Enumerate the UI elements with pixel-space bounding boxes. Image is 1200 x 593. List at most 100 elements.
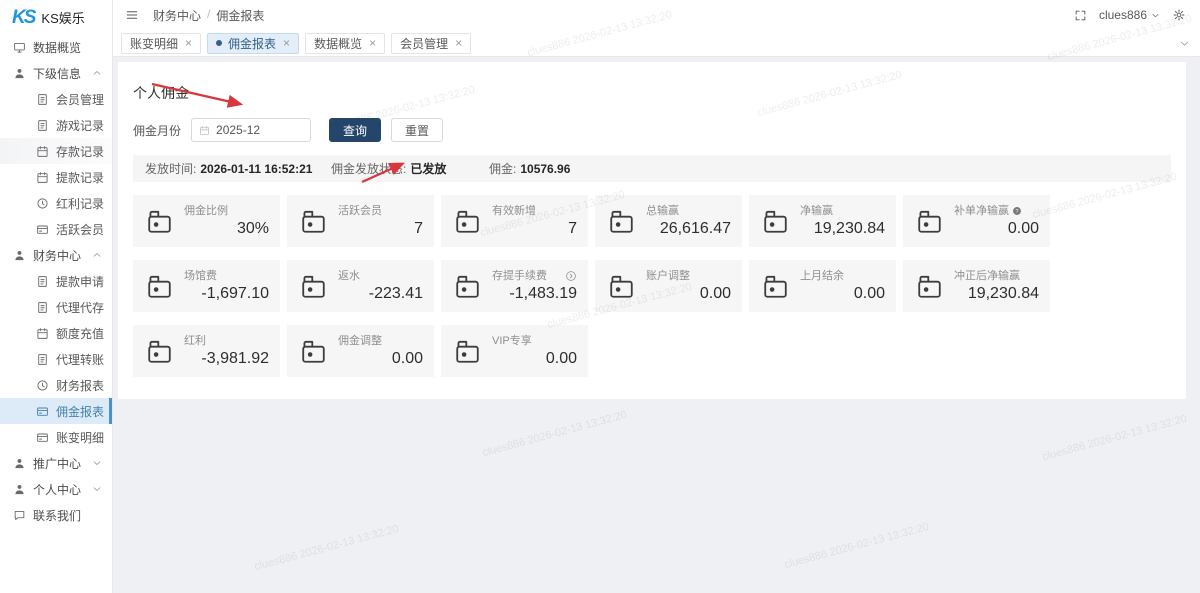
sidebar-item-bonus-records[interactable]: 红利记录 [0, 190, 112, 216]
brand-name: KS娱乐 [41, 8, 84, 27]
stat-label: 活跃会员 [338, 205, 382, 217]
sidebar: KS KS娱乐 数据概览 下级信息 会员管理 游戏记录 存款记录 提款记录 红利… [0, 0, 113, 593]
reset-button[interactable]: 重置 [391, 118, 443, 142]
stat-label: 总输赢 [646, 205, 679, 217]
sidebar-item-commission-report[interactable]: 佣金报表 [0, 398, 112, 424]
stat-card-active-members: 活跃会员 7 [287, 195, 434, 247]
brand-logo-icon: KS [12, 8, 34, 27]
tab-member-management[interactable]: 会员管理 × [391, 33, 471, 54]
commission-panel: 个人佣金 佣金月份 2025-12 查询 重置 发放时间:2026-01-11 … [118, 62, 1186, 399]
calendar-icon [36, 171, 49, 184]
wallet-icon [453, 207, 482, 236]
sidebar-item-deposit-records[interactable]: 存款记录 [0, 138, 112, 164]
main-area: 财务中心 / 佣金报表 clues886 [113, 0, 1200, 593]
close-icon[interactable]: × [283, 37, 290, 49]
sidebar-item-account-change-details[interactable]: 账变明细 [0, 424, 112, 450]
breadcrumb-separator: / [207, 7, 210, 24]
chevron-down-icon [1151, 11, 1160, 20]
menu-collapse-icon[interactable] [125, 8, 139, 22]
fullscreen-icon[interactable] [1074, 9, 1087, 22]
user-icon [13, 67, 26, 80]
sidebar-item-financial-report[interactable]: 财务报表 [0, 372, 112, 398]
chevron-up-icon [92, 250, 102, 260]
chevron-up-icon [92, 68, 102, 78]
sidebar-item-promotion-center[interactable]: 推广中心 [0, 450, 112, 476]
sidebar-nav: 数据概览 下级信息 会员管理 游戏记录 存款记录 提款记录 红利记录 活跃会员 … [0, 34, 112, 528]
stat-card-deposit-withdraw-fee: 存提手续费 -1,483.19 [441, 260, 588, 312]
stat-card-corrected-net-winloss: 冲正后净输赢 19,230.84 [903, 260, 1050, 312]
stat-card-account-adjustment: 账户调整 0.00 [595, 260, 742, 312]
stat-value: 19,230.84 [954, 285, 1039, 303]
info-icon[interactable]: ? [1012, 206, 1022, 216]
circle-arrow-right-icon[interactable] [565, 270, 577, 282]
wallet-icon [915, 207, 944, 236]
sidebar-item-finance-center[interactable]: 财务中心 [0, 242, 112, 268]
sidebar-item-data-overview[interactable]: 数据概览 [0, 34, 112, 60]
app-window: KS KS娱乐 数据概览 下级信息 会员管理 游戏记录 存款记录 提款记录 红利… [0, 0, 1200, 593]
sidebar-item-withdrawal-request[interactable]: 提款申请 [0, 268, 112, 294]
chevron-down-icon [92, 458, 102, 468]
close-icon[interactable]: × [369, 37, 376, 49]
stat-label: 存提手续费 [492, 270, 547, 282]
tab-account-change-details[interactable]: 账变明细 × [121, 33, 201, 54]
user-menu[interactable]: clues886 [1099, 8, 1160, 22]
close-icon[interactable]: × [185, 37, 192, 49]
stat-label: 补单净输赢 [954, 205, 1009, 217]
stat-value: 19,230.84 [800, 220, 885, 238]
issue-time: 发放时间:2026-01-11 16:52:21 [145, 160, 331, 177]
tabs-menu-chevron-icon[interactable] [1179, 38, 1190, 49]
stat-value: 0.00 [338, 350, 423, 368]
breadcrumb-section[interactable]: 财务中心 [153, 7, 201, 24]
query-form: 佣金月份 2025-12 查询 重置 [133, 118, 1171, 142]
stat-value: -3,981.92 [184, 350, 269, 368]
calendar-icon [36, 327, 49, 340]
doc-icon [36, 353, 49, 366]
sidebar-item-active-members[interactable]: 活跃会员 [0, 216, 112, 242]
doc-icon [36, 93, 49, 106]
stat-card-vip-exclusive: VIP专享 0.00 [441, 325, 588, 377]
month-picker[interactable]: 2025-12 [191, 118, 311, 142]
wallet-icon [915, 272, 944, 301]
stat-card-net-winloss: 净输赢 19,230.84 [749, 195, 896, 247]
active-tab-dot [216, 40, 222, 46]
wallet-icon [299, 337, 328, 366]
stat-value: 0.00 [646, 285, 731, 303]
close-icon[interactable]: × [455, 37, 462, 49]
gear-icon[interactable] [1172, 8, 1186, 22]
sidebar-item-agent-deposit[interactable]: 代理代存 [0, 294, 112, 320]
sidebar-item-member-management[interactable]: 会员管理 [0, 86, 112, 112]
stat-card-rebate: 返水 -223.41 [287, 260, 434, 312]
sidebar-item-agent-transfer[interactable]: 代理转账 [0, 346, 112, 372]
stat-card-bonus: 红利 -3,981.92 [133, 325, 280, 377]
wallet-icon [145, 337, 174, 366]
sidebar-item-game-records[interactable]: 游戏记录 [0, 112, 112, 138]
stat-label: 上月结余 [800, 270, 844, 282]
stat-label: 返水 [338, 270, 360, 282]
sidebar-item-subordinate-info[interactable]: 下级信息 [0, 60, 112, 86]
sidebar-item-withdrawal-records[interactable]: 提款记录 [0, 164, 112, 190]
wallet-icon [145, 207, 174, 236]
wallet-icon [607, 272, 636, 301]
clock-icon [36, 197, 49, 210]
sidebar-item-personal-center[interactable]: 个人中心 [0, 476, 112, 502]
top-header: 财务中心 / 佣金报表 clues886 [113, 0, 1200, 30]
wallet-icon [761, 207, 790, 236]
stat-cards-grid: 佣金比例 30% 活跃会员 7 有效新增 7 [133, 195, 1050, 377]
tab-data-overview[interactable]: 数据概览 × [305, 33, 385, 54]
stat-value: 0.00 [800, 285, 885, 303]
wallet-icon [607, 207, 636, 236]
stat-card-total-winloss: 总输赢 26,616.47 [595, 195, 742, 247]
sidebar-item-quota-recharge[interactable]: 额度充值 [0, 320, 112, 346]
sidebar-item-contact-us[interactable]: 联系我们 [0, 502, 112, 528]
user-icon [13, 483, 26, 496]
doc-icon [36, 275, 49, 288]
stat-card-supplement-net-winloss: 补单净输赢 ? 0.00 [903, 195, 1050, 247]
stat-value: 7 [338, 220, 423, 238]
chevron-down-icon [92, 484, 102, 494]
tab-commission-report[interactable]: 佣金报表 × [207, 33, 299, 54]
stat-card-valid-new-members: 有效新增 7 [441, 195, 588, 247]
clock-icon [36, 379, 49, 392]
wallet-icon [299, 207, 328, 236]
search-button[interactable]: 查询 [329, 118, 381, 142]
breadcrumb-page: 佣金报表 [216, 7, 264, 24]
